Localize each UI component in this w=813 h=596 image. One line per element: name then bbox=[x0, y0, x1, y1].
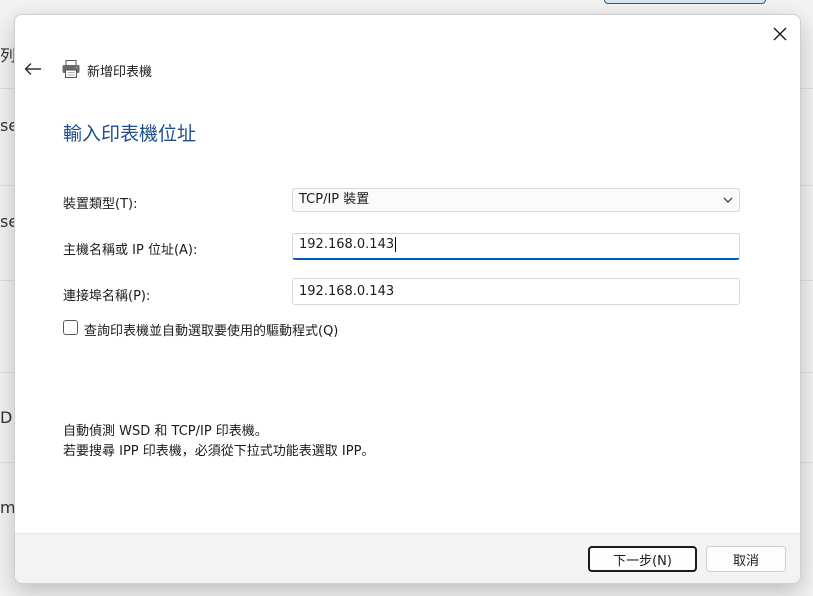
query-printer-checkbox-label[interactable]: 查詢印表機並自動選取要使用的驅動程式(Q) bbox=[84, 320, 338, 339]
text-caret bbox=[395, 237, 397, 252]
background-text-fragment: se bbox=[0, 116, 14, 135]
dialog-footer: 下一步(N) 取消 bbox=[15, 533, 800, 583]
background-text-fragment: se bbox=[0, 212, 14, 231]
device-type-value: TCP/IP 裝置 bbox=[299, 192, 370, 207]
background-text-fragment: 列印 bbox=[0, 46, 14, 65]
back-button[interactable] bbox=[19, 55, 47, 83]
host-input[interactable]: 192.168.0.143 bbox=[292, 233, 740, 260]
wizard-title: 新增印表機 bbox=[87, 65, 153, 80]
host-value: 192.168.0.143 bbox=[299, 237, 395, 252]
host-label: 主機名稱或 IP 位址(A): bbox=[63, 243, 198, 258]
info-line: 自動偵測 WSD 和 TCP/IP 印表機。 bbox=[63, 424, 268, 439]
page-heading: 輸入印表機位址 bbox=[63, 123, 197, 145]
back-arrow-icon bbox=[24, 62, 41, 76]
background-text-fragment: D bbox=[0, 408, 13, 427]
info-line: 若要搜尋 IPP 印表機，必須從下拉式功能表選取 IPP。 bbox=[63, 444, 375, 459]
port-value: 192.168.0.143 bbox=[299, 284, 395, 299]
port-label: 連接埠名稱(P): bbox=[63, 289, 151, 304]
next-button[interactable]: 下一步(N) bbox=[588, 546, 697, 572]
background-button bbox=[604, 0, 766, 4]
add-printer-dialog: 新增印表機 輸入印表機位址 裝置類型(T): TCP/IP 裝置 主機名稱或 I… bbox=[14, 14, 801, 584]
query-printer-checkbox[interactable] bbox=[63, 320, 78, 335]
printer-icon bbox=[62, 60, 80, 78]
cancel-button[interactable]: 取消 bbox=[706, 546, 786, 572]
chevron-down-icon bbox=[723, 197, 733, 203]
device-type-select[interactable]: TCP/IP 裝置 bbox=[292, 188, 740, 212]
background-text-fragment: m bbox=[0, 498, 14, 517]
close-button[interactable] bbox=[763, 19, 797, 49]
device-type-label: 裝置類型(T): bbox=[63, 197, 138, 212]
close-icon bbox=[773, 27, 787, 41]
port-input[interactable]: 192.168.0.143 bbox=[292, 278, 740, 305]
